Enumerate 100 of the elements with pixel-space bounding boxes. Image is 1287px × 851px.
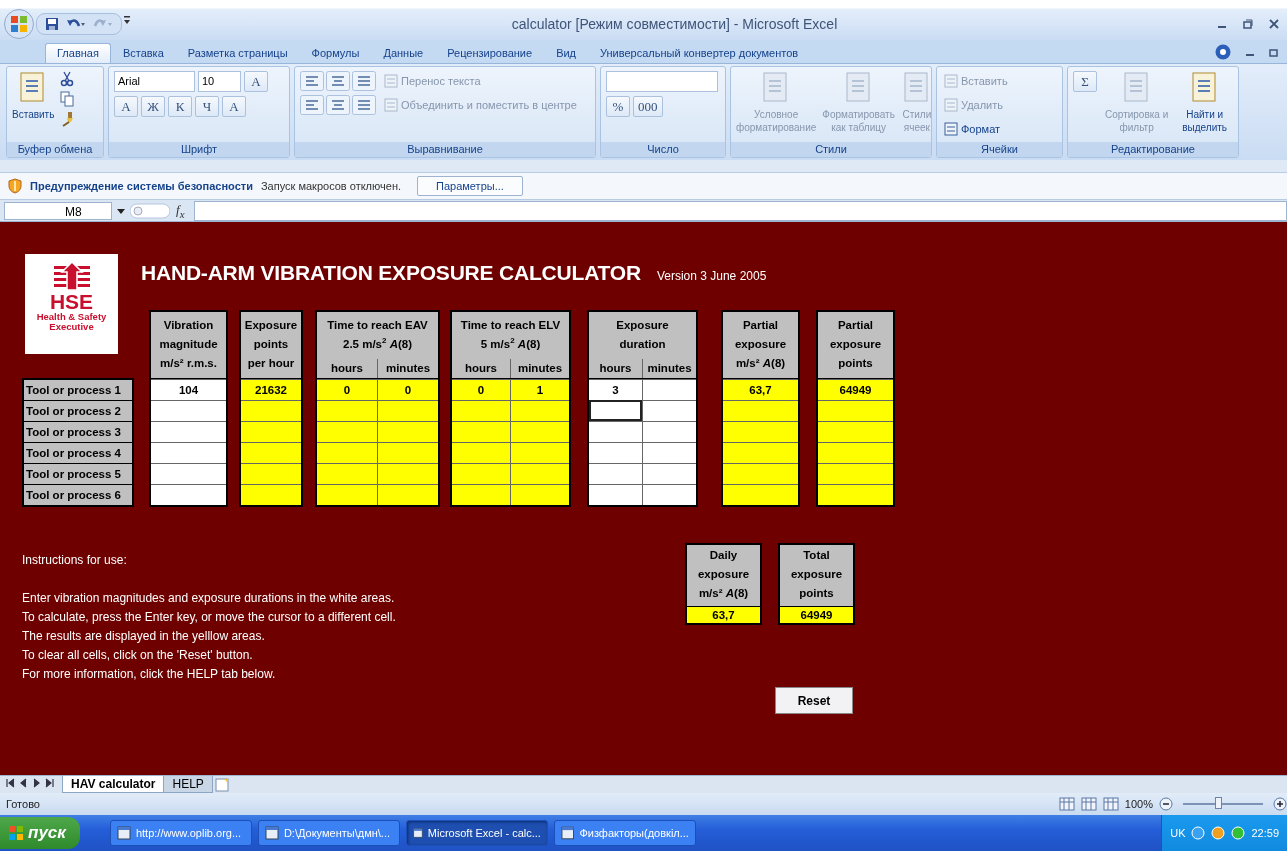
table-cell[interactable] <box>818 463 893 484</box>
format-button[interactable]: К <box>168 96 192 117</box>
format-button[interactable]: Ж <box>141 96 165 117</box>
table-cell[interactable] <box>723 421 798 442</box>
table-cell[interactable] <box>510 484 569 505</box>
table-cell[interactable] <box>642 442 696 463</box>
formula-input[interactable] <box>194 200 1287 221</box>
table-cell[interactable] <box>317 421 377 442</box>
zoom-in-icon[interactable] <box>1273 797 1287 811</box>
table-cell[interactable] <box>317 484 377 505</box>
ribbon-tab[interactable]: Универсальный конвертер документов <box>588 43 811 63</box>
format-button[interactable]: A <box>114 96 138 117</box>
table-cell[interactable]: 104 <box>151 379 226 400</box>
save-icon[interactable] <box>45 17 59 31</box>
table-cell[interactable]: 0 <box>317 379 377 400</box>
table-cell[interactable] <box>151 442 226 463</box>
table-cell[interactable] <box>377 484 438 505</box>
ribbon-tab[interactable]: Рецензирование <box>435 43 545 63</box>
sheet-tab[interactable]: HAV calculator <box>62 776 165 793</box>
format-button[interactable]: % <box>606 96 630 117</box>
table-cell[interactable] <box>723 463 798 484</box>
table-cell[interactable] <box>317 442 377 463</box>
table-cell[interactable] <box>818 442 893 463</box>
name-box[interactable]: M8 <box>4 201 112 220</box>
ribbon-tab[interactable]: Вставка <box>110 43 176 63</box>
table-cell[interactable] <box>241 442 301 463</box>
table-cell[interactable] <box>589 484 642 505</box>
copy-icon[interactable] <box>60 91 75 107</box>
office-button[interactable] <box>4 9 34 39</box>
font-field[interactable]: 10 <box>198 71 241 92</box>
cut-icon[interactable] <box>60 71 75 87</box>
table-cell[interactable] <box>818 421 893 442</box>
table-cell[interactable] <box>317 400 377 421</box>
table-cell[interactable] <box>452 463 510 484</box>
align-icon[interactable] <box>352 95 376 115</box>
table-cell[interactable] <box>377 463 438 484</box>
table-cell[interactable] <box>723 442 798 463</box>
restore-icon[interactable] <box>1269 46 1279 57</box>
table-cell[interactable] <box>589 421 642 442</box>
view-icon[interactable] <box>1102 797 1119 811</box>
table-cell[interactable] <box>589 463 642 484</box>
close-icon[interactable] <box>1269 19 1279 29</box>
table-cell[interactable] <box>241 463 301 484</box>
ribbon-tab[interactable]: Разметка страницы <box>175 43 300 63</box>
table-cell[interactable] <box>241 400 301 421</box>
tray-icon[interactable] <box>1231 826 1246 840</box>
ribbon-tab[interactable]: Данные <box>371 43 436 63</box>
reset-button[interactable]: Reset <box>775 687 853 714</box>
table-cell[interactable] <box>642 484 696 505</box>
table-cell[interactable] <box>510 442 569 463</box>
table-cell[interactable]: 64949 <box>818 379 893 400</box>
table-cell[interactable] <box>589 400 642 421</box>
format-button[interactable]: 000 <box>633 96 663 117</box>
ribbon-button[interactable]: Найти и выделить <box>1176 71 1233 134</box>
tray-icon[interactable] <box>1211 826 1226 840</box>
view-icon[interactable] <box>1058 797 1075 811</box>
table-cell[interactable]: 0 <box>377 379 438 400</box>
table-cell[interactable] <box>723 400 798 421</box>
table-cell[interactable] <box>151 421 226 442</box>
number-format-field[interactable] <box>606 71 718 92</box>
table-cell[interactable] <box>642 463 696 484</box>
format-button[interactable]: A <box>244 71 268 92</box>
table-cell[interactable] <box>642 400 696 421</box>
help-icon[interactable] <box>1215 43 1231 60</box>
table-cell[interactable] <box>317 463 377 484</box>
align-icon[interactable] <box>352 71 376 91</box>
table-cell[interactable] <box>452 400 510 421</box>
table-cell[interactable]: 1 <box>510 379 569 400</box>
table-cell[interactable] <box>377 421 438 442</box>
table-cell[interactable] <box>151 400 226 421</box>
table-cell[interactable] <box>241 484 301 505</box>
table-cell[interactable]: 63,7 <box>723 379 798 400</box>
table-cell[interactable]: 0 <box>452 379 510 400</box>
insert-function-button[interactable]: f$_{x}$ <box>176 201 185 220</box>
table-cell[interactable] <box>377 400 438 421</box>
options-button[interactable]: Параметры... <box>417 176 523 196</box>
table-cell[interactable] <box>818 400 893 421</box>
table-cell[interactable] <box>510 463 569 484</box>
ribbon-tab[interactable]: Вид <box>544 43 589 63</box>
taskbar-button[interactable]: Microsoft Excel - calc... <box>405 820 548 846</box>
format-button[interactable]: A <box>222 96 246 117</box>
restore-icon[interactable] <box>1243 19 1253 29</box>
taskbar-button[interactable]: D:\Документы\дмн\... <box>257 820 400 846</box>
table-cell[interactable] <box>452 442 510 463</box>
table-cell[interactable] <box>510 421 569 442</box>
font-field[interactable]: Arial <box>114 71 195 92</box>
start-button[interactable]: пуск <box>0 817 80 849</box>
brush-icon[interactable] <box>60 111 75 127</box>
table-cell[interactable] <box>377 442 438 463</box>
align-icon[interactable] <box>326 95 350 115</box>
ribbon-button[interactable]: Формат <box>942 119 1056 139</box>
table-cell[interactable] <box>510 400 569 421</box>
format-button[interactable]: Σ <box>1073 71 1097 92</box>
taskbar-button[interactable]: http://www.oplib.org... <box>109 820 252 846</box>
table-cell[interactable] <box>589 442 642 463</box>
taskbar-button[interactable]: Физфакторы(довкіл... <box>553 820 696 846</box>
align-icon[interactable] <box>326 71 350 91</box>
table-cell[interactable]: 3 <box>589 379 642 400</box>
ribbon-tab[interactable]: Главная <box>45 43 111 63</box>
table-cell[interactable] <box>151 484 226 505</box>
